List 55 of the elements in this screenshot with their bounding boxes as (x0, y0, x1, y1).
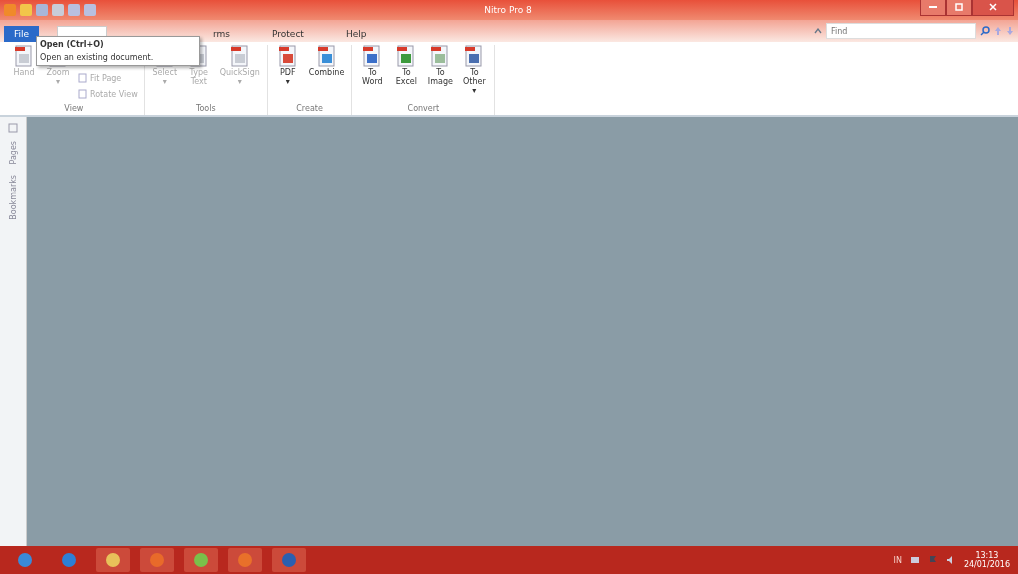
document-icon (362, 45, 383, 67)
document-icon (430, 45, 451, 67)
chevron-icon[interactable] (814, 28, 822, 34)
group-label: Tools (194, 104, 217, 115)
app-icon (4, 4, 16, 16)
app-icon (281, 552, 297, 568)
document-icon (277, 45, 298, 67)
file-menu-button[interactable]: File (4, 26, 40, 42)
ribbon-button[interactable]: Combine (307, 45, 346, 104)
ribbon-button[interactable]: To Image (426, 45, 455, 104)
ribbon-tab[interactable]: Help (333, 26, 379, 42)
document-icon (464, 45, 485, 67)
tooltip-title: Open (Ctrl+O) (40, 40, 105, 49)
ribbon-button[interactable]: PDF ▾ (273, 45, 302, 104)
app-icon (61, 552, 77, 568)
taskbar-button[interactable] (96, 548, 130, 572)
search-icon[interactable] (980, 26, 990, 36)
minimize-button[interactable] (920, 0, 946, 16)
maximize-icon (955, 3, 963, 11)
document-icon (316, 45, 337, 67)
taskbar-button[interactable] (228, 548, 262, 572)
app-icon (17, 552, 33, 568)
ribbon-button[interactable]: To Other ▾ (460, 45, 489, 104)
document-icon (229, 45, 250, 67)
search-field[interactable]: Find (826, 23, 976, 39)
down-arrow-icon[interactable] (1006, 26, 1014, 36)
side-tab[interactable]: Pages (8, 139, 18, 167)
tooltip-text: Open an existing document. (40, 53, 155, 62)
taskbar-button[interactable] (184, 548, 218, 572)
app-icon (193, 552, 209, 568)
ribbon-tab[interactable]: Protect (260, 26, 316, 42)
clock[interactable]: 13:13 24/01/2016 (963, 551, 1010, 569)
ribbon-button[interactable]: To Word (358, 45, 387, 104)
ribbon-tab[interactable]: rms (201, 26, 243, 42)
app-icon (105, 552, 121, 568)
panel-icon (8, 123, 18, 133)
close-icon (989, 3, 997, 11)
language-indicator[interactable]: IN (893, 555, 902, 565)
taskbar-button[interactable] (272, 548, 306, 572)
app-icon (237, 552, 253, 568)
ribbon-button[interactable]: To Excel (392, 45, 421, 104)
group-label: View (63, 104, 85, 115)
group-label: Create (295, 104, 324, 115)
group-label: Convert (406, 104, 441, 115)
minimize-icon (929, 5, 937, 9)
document-icon (396, 45, 417, 67)
close-button[interactable] (972, 0, 1014, 16)
window-title: Nitro Pro 8 (483, 5, 533, 15)
side-tab[interactable]: Bookmarks (8, 172, 18, 222)
flag-icon[interactable] (927, 555, 938, 565)
maximize-button[interactable] (946, 0, 972, 16)
up-arrow-icon[interactable] (994, 26, 1002, 36)
app-icon (149, 552, 165, 568)
document-icon (14, 45, 34, 67)
taskbar-button[interactable] (140, 548, 174, 572)
